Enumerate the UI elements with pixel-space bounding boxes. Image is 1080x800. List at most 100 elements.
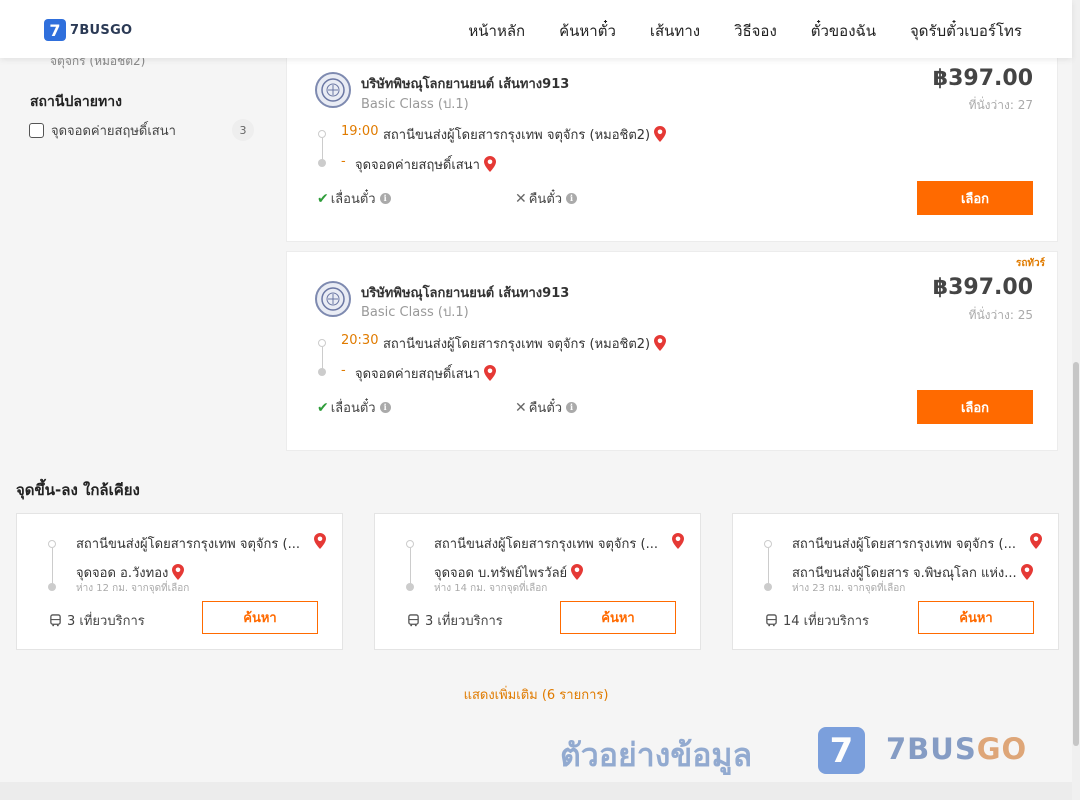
nearby-trip-count: 14 เที่ยวบริการ — [765, 610, 869, 631]
timeline-line — [322, 347, 323, 369]
select-trip-button[interactable]: เลือก — [917, 181, 1033, 215]
nav-ticket-pickup[interactable]: จุดรับตั๋วเบอร์โทร — [910, 19, 1022, 43]
arrival-option-count: 3 — [232, 119, 254, 141]
location-pin-icon[interactable] — [672, 533, 684, 549]
bus-class: Basic Class (ป.1) — [361, 305, 469, 320]
timeline-end-dot — [764, 583, 772, 591]
footer-strip — [0, 782, 1072, 800]
seats-available: ที่นั่งว่าง: 25 — [968, 308, 1033, 322]
arrival-time-dash: - — [341, 363, 346, 378]
nearby-from-stop: สถานีขนส่งผู้โดยสารกรุงเทพ จตุจักร (... — [792, 537, 1016, 552]
refund-policy: ✕ คืนตั๋ว i — [515, 188, 578, 209]
watermark-brand-part-a: 7BUS — [886, 732, 977, 766]
timeline-end-dot — [48, 583, 56, 591]
select-trip-button[interactable]: เลือก — [917, 390, 1033, 424]
location-pin-icon[interactable] — [654, 126, 667, 142]
operator-logo-icon — [315, 281, 351, 317]
departure-stop: สถานีขนส่งผู้โดยสารกรุงเทพ จตุจักร (หมอช… — [383, 333, 667, 354]
timeline-end-dot — [406, 583, 414, 591]
top-header: 7 7BUSGO หน้าหลัก ค้นหาตั๋ว เส้นทาง วิธี… — [0, 0, 1072, 58]
arrival-stop-label: จุดจอดค่ายสฤษดิ์เสนา — [355, 158, 480, 173]
bus-icon — [50, 614, 61, 627]
brand-logo[interactable]: 7 7BUSGO — [44, 19, 132, 41]
nearby-from-stop: สถานีขนส่งผู้โดยสารกรุงเทพ จตุจักร (... — [434, 537, 658, 552]
arrival-checkbox[interactable] — [29, 122, 44, 138]
info-icon[interactable]: i — [566, 402, 578, 413]
trip-card: รถทัวร์ บริษัทพิษณุโลกยานยนต์ เส้นทาง913… — [286, 251, 1058, 451]
nearby-trip-count: 3 เที่ยวบริการ — [407, 610, 503, 631]
refund-label: คืนตั๋ว — [528, 401, 563, 416]
nearby-search-button[interactable]: ค้นหา — [918, 601, 1034, 634]
trip-count-label: 14 เที่ยวบริการ — [783, 614, 869, 629]
show-more-link[interactable]: แสดงเพิ่มเติม (6 รายการ) — [0, 684, 1072, 705]
timeline-line — [768, 548, 769, 584]
timeline-start-dot — [406, 540, 414, 548]
reschedule-policy: ✔ เลื่อนตั๋ว i — [317, 397, 391, 418]
watermark-text: ตัวอย่างข้อมูล — [560, 736, 753, 774]
trip-count-label: 3 เที่ยวบริการ — [425, 614, 503, 629]
nearby-search-button[interactable]: ค้นหา — [560, 601, 676, 634]
bus-icon — [766, 614, 777, 627]
nearby-stop-card: สถานีขนส่งผู้โดยสารกรุงเทพ จตุจักร (... … — [16, 513, 343, 650]
nav-how-to-book[interactable]: วิธีจอง — [734, 19, 777, 43]
nearby-from-stop: สถานีขนส่งผู้โดยสารกรุงเทพ จตุจักร (... — [76, 537, 300, 552]
location-pin-icon[interactable] — [172, 564, 185, 580]
nav-routes[interactable]: เส้นทาง — [650, 19, 700, 43]
timeline-start-dot — [48, 540, 56, 548]
location-pin-icon[interactable] — [1020, 564, 1033, 580]
logo-icon: 7 — [44, 19, 66, 41]
nearby-to-stop: จุดจอด อ.วังทอง — [76, 562, 185, 583]
main-nav: หน้าหลัก ค้นหาตั๋ว เส้นทาง วิธีจอง ตั๋วข… — [434, 19, 1022, 43]
watermark-logo-icon: 7 — [818, 727, 865, 774]
location-pin-icon[interactable] — [1030, 533, 1042, 549]
seats-available: ที่นั่งว่าง: 27 — [968, 98, 1033, 112]
reschedule-policy: ✔ เลื่อนตั๋ว i — [317, 188, 391, 209]
location-pin-icon[interactable] — [654, 335, 667, 351]
arrival-time-dash: - — [341, 154, 346, 169]
departure-time: 20:30 — [341, 333, 379, 348]
nearby-distance: ห่าง 12 กม. จากจุดที่เลือก — [76, 583, 190, 594]
nav-search-ticket[interactable]: ค้นหาตั๋ว — [559, 19, 616, 43]
operator-name: บริษัทพิษณุโลกยานยนต์ เส้นทาง913 — [361, 77, 570, 92]
location-pin-icon[interactable] — [314, 533, 326, 549]
timeline-line — [410, 548, 411, 584]
arrival-filter-title: สถานีปลายทาง — [30, 94, 122, 110]
nearby-search-button[interactable]: ค้นหา — [202, 601, 318, 634]
location-pin-icon[interactable] — [571, 564, 584, 580]
cross-icon: ✕ — [515, 399, 527, 416]
arrival-filter-option[interactable]: จุดจอดค่ายสฤษดิ์เสนา 3 — [29, 119, 254, 141]
check-icon: ✔ — [317, 190, 329, 207]
nearby-distance: ห่าง 23 กม. จากจุดที่เลือก — [792, 583, 906, 594]
nearby-to-stop: สถานีขนส่งผู้โดยสาร จ.พิษณุโลก แห่ง... — [792, 562, 1033, 583]
trip-price: ฿397.00 — [932, 275, 1033, 300]
scrollbar-thumb[interactable] — [1073, 362, 1079, 746]
timeline-end-dot — [318, 159, 326, 167]
refund-policy: ✕ คืนตั๋ว i — [515, 397, 578, 418]
nearby-section-title: จุดขึ้น-ลง ใกล้เคียง — [16, 481, 140, 499]
timeline-start-dot — [318, 339, 326, 347]
info-icon[interactable]: i — [379, 402, 391, 413]
timeline-start-dot — [318, 130, 326, 138]
timeline-line — [322, 138, 323, 160]
logo-text: 7BUSGO — [70, 22, 133, 38]
departure-stop-label: สถานีขนส่งผู้โดยสารกรุงเทพ จตุจักร (หมอช… — [383, 337, 651, 352]
nearby-stop-card: สถานีขนส่งผู้โดยสารกรุงเทพ จตุจักร (... … — [374, 513, 701, 650]
location-pin-icon[interactable] — [483, 365, 496, 381]
info-icon[interactable]: i — [379, 193, 391, 204]
nav-my-tickets[interactable]: ตั๋วของฉัน — [811, 19, 876, 43]
nav-home[interactable]: หน้าหลัก — [468, 19, 525, 43]
arrival-stop: จุดจอดค่ายสฤษดิ์เสนา — [355, 154, 496, 175]
timeline-start-dot — [764, 540, 772, 548]
reschedule-label: เลื่อนตั๋ว — [330, 401, 376, 416]
departure-stop: สถานีขนส่งผู้โดยสารกรุงเทพ จตุจักร (หมอช… — [383, 124, 667, 145]
bus-icon — [408, 614, 419, 627]
location-pin-icon[interactable] — [483, 156, 496, 172]
page-scrollbar[interactable] — [1072, 0, 1080, 800]
info-icon[interactable]: i — [566, 193, 578, 204]
nearby-distance: ห่าง 14 กม. จากจุดที่เลือก — [434, 583, 548, 594]
reschedule-label: เลื่อนตั๋ว — [330, 192, 376, 207]
nearby-to-label: สถานีขนส่งผู้โดยสาร จ.พิษณุโลก แห่ง... — [792, 566, 1017, 581]
watermark-brand-part-b: GO — [976, 732, 1028, 766]
refund-label: คืนตั๋ว — [528, 192, 563, 207]
departure-stop-label: สถานีขนส่งผู้โดยสารกรุงเทพ จตุจักร (หมอช… — [383, 128, 651, 143]
